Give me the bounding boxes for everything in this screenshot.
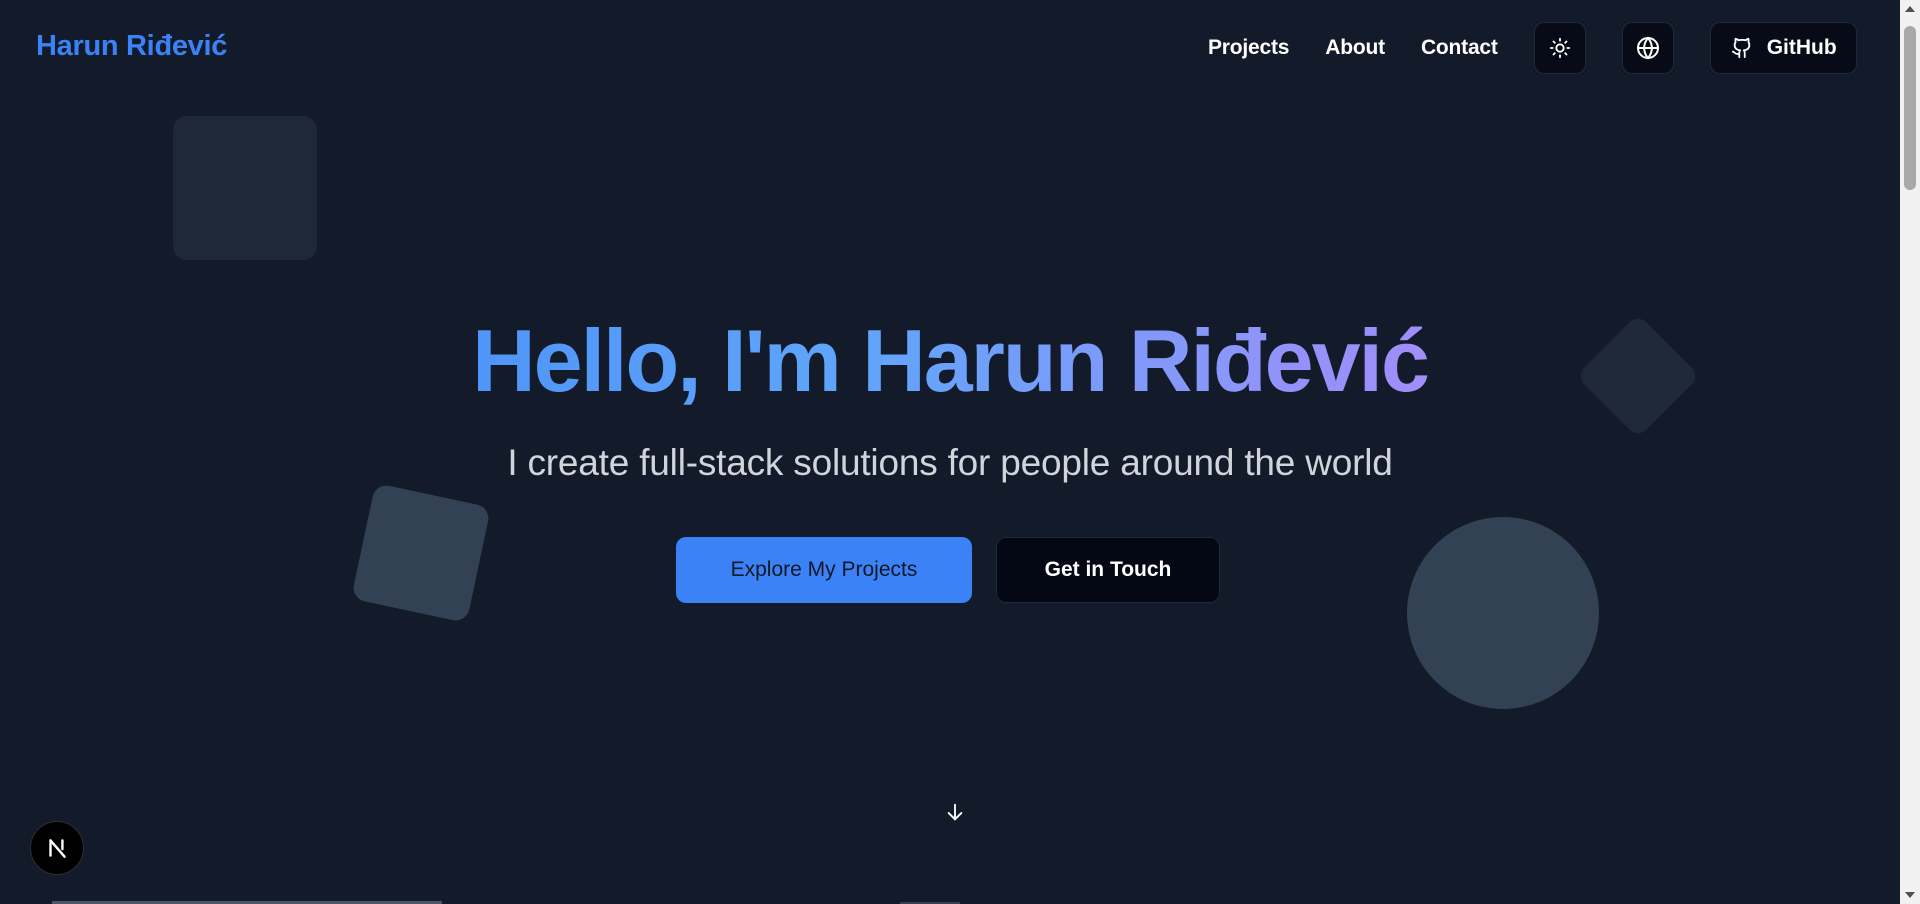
decorative-circle bbox=[1407, 517, 1599, 709]
globe-icon bbox=[1636, 36, 1660, 60]
scrollbar-thumb[interactable] bbox=[1904, 26, 1916, 190]
nextjs-dev-badge[interactable] bbox=[30, 821, 84, 875]
decorative-square-rotated bbox=[351, 483, 491, 623]
portfolio-page: Harun Riđević Projects About Contact Git… bbox=[0, 0, 1900, 904]
get-in-touch-button[interactable]: Get in Touch bbox=[996, 537, 1220, 603]
theme-toggle-button[interactable] bbox=[1533, 22, 1586, 74]
main-nav: Projects About Contact GitHub bbox=[1208, 22, 1857, 74]
nextjs-icon bbox=[44, 835, 70, 861]
nav-link-contact[interactable]: Contact bbox=[1421, 36, 1498, 60]
github-label: GitHub bbox=[1766, 36, 1837, 59]
nav-link-projects[interactable]: Projects bbox=[1208, 36, 1289, 60]
decorative-square-top-left bbox=[173, 116, 317, 260]
language-button[interactable] bbox=[1621, 22, 1674, 74]
brand-logo[interactable]: Harun Riđević bbox=[36, 30, 227, 63]
nav-link-about[interactable]: About bbox=[1325, 36, 1385, 60]
hero-subtitle: I create full-stack solutions for people… bbox=[507, 442, 1393, 483]
site-header: Harun Riđević Projects About Contact Git… bbox=[0, 0, 1900, 96]
sun-icon bbox=[1549, 37, 1571, 59]
github-button[interactable]: GitHub bbox=[1709, 22, 1857, 74]
hero-title: Hello, I'm Harun Riđević bbox=[0, 308, 1900, 413]
scroll-up-icon[interactable] bbox=[1900, 0, 1920, 18]
arrow-down-icon[interactable] bbox=[944, 800, 966, 824]
github-icon bbox=[1731, 37, 1753, 59]
explore-projects-button[interactable]: Explore My Projects bbox=[676, 537, 972, 603]
scroll-down-icon[interactable] bbox=[1900, 886, 1920, 904]
hero-cta-group: Explore My Projects Get in Touch bbox=[676, 537, 1220, 603]
page-scrollbar[interactable] bbox=[1900, 0, 1920, 904]
